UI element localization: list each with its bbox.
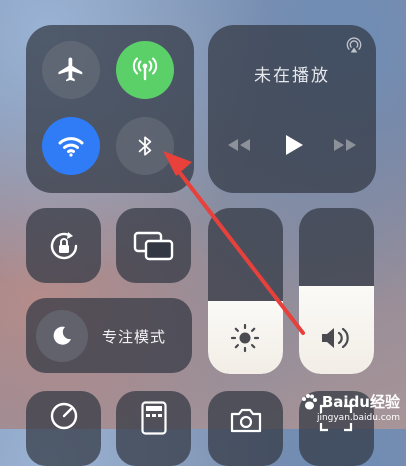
wifi-toggle[interactable] (42, 117, 100, 175)
moon-icon (53, 326, 71, 345)
screen-mirroring-button[interactable] (116, 208, 191, 283)
airplane-mode-toggle[interactable] (42, 41, 100, 99)
play-icon[interactable] (283, 133, 305, 157)
calculator-icon (141, 401, 167, 435)
brightness-slider[interactable] (208, 208, 283, 374)
cellular-antenna-icon (132, 57, 158, 81)
bluetooth-icon (138, 136, 152, 156)
sun-icon (230, 323, 260, 353)
screen-mirroring-icon (133, 231, 174, 261)
connectivity-panel (26, 25, 194, 193)
rotation-lock-button[interactable] (26, 208, 101, 283)
rotation-lock-icon (50, 232, 78, 260)
bluetooth-toggle[interactable] (116, 117, 174, 175)
airplane-icon (58, 57, 83, 82)
volume-slider[interactable] (299, 208, 374, 374)
watermark-url: jingyan.baidu.com (316, 413, 400, 423)
cellular-data-toggle[interactable] (116, 41, 174, 99)
airplay-icon[interactable] (344, 35, 364, 55)
baidu-paw-icon (301, 393, 317, 409)
speaker-icon (322, 327, 349, 349)
now-playing-title: 未在播放 (254, 66, 330, 85)
baidu-watermark: Baidu经验 jingyan.baidu.com (300, 391, 400, 423)
next-track-icon[interactable] (332, 137, 358, 153)
focus-moon-circle (36, 310, 88, 362)
previous-track-icon[interactable] (226, 137, 252, 153)
focus-label: 专注模式 (102, 329, 167, 346)
timer-icon (50, 402, 78, 430)
now-playing-panel[interactable]: 未在播放 (208, 25, 376, 193)
wifi-icon (58, 137, 84, 157)
focus-mode-button[interactable]: 专注模式 (26, 298, 192, 373)
watermark-brand: Baidu经验 (321, 393, 400, 411)
